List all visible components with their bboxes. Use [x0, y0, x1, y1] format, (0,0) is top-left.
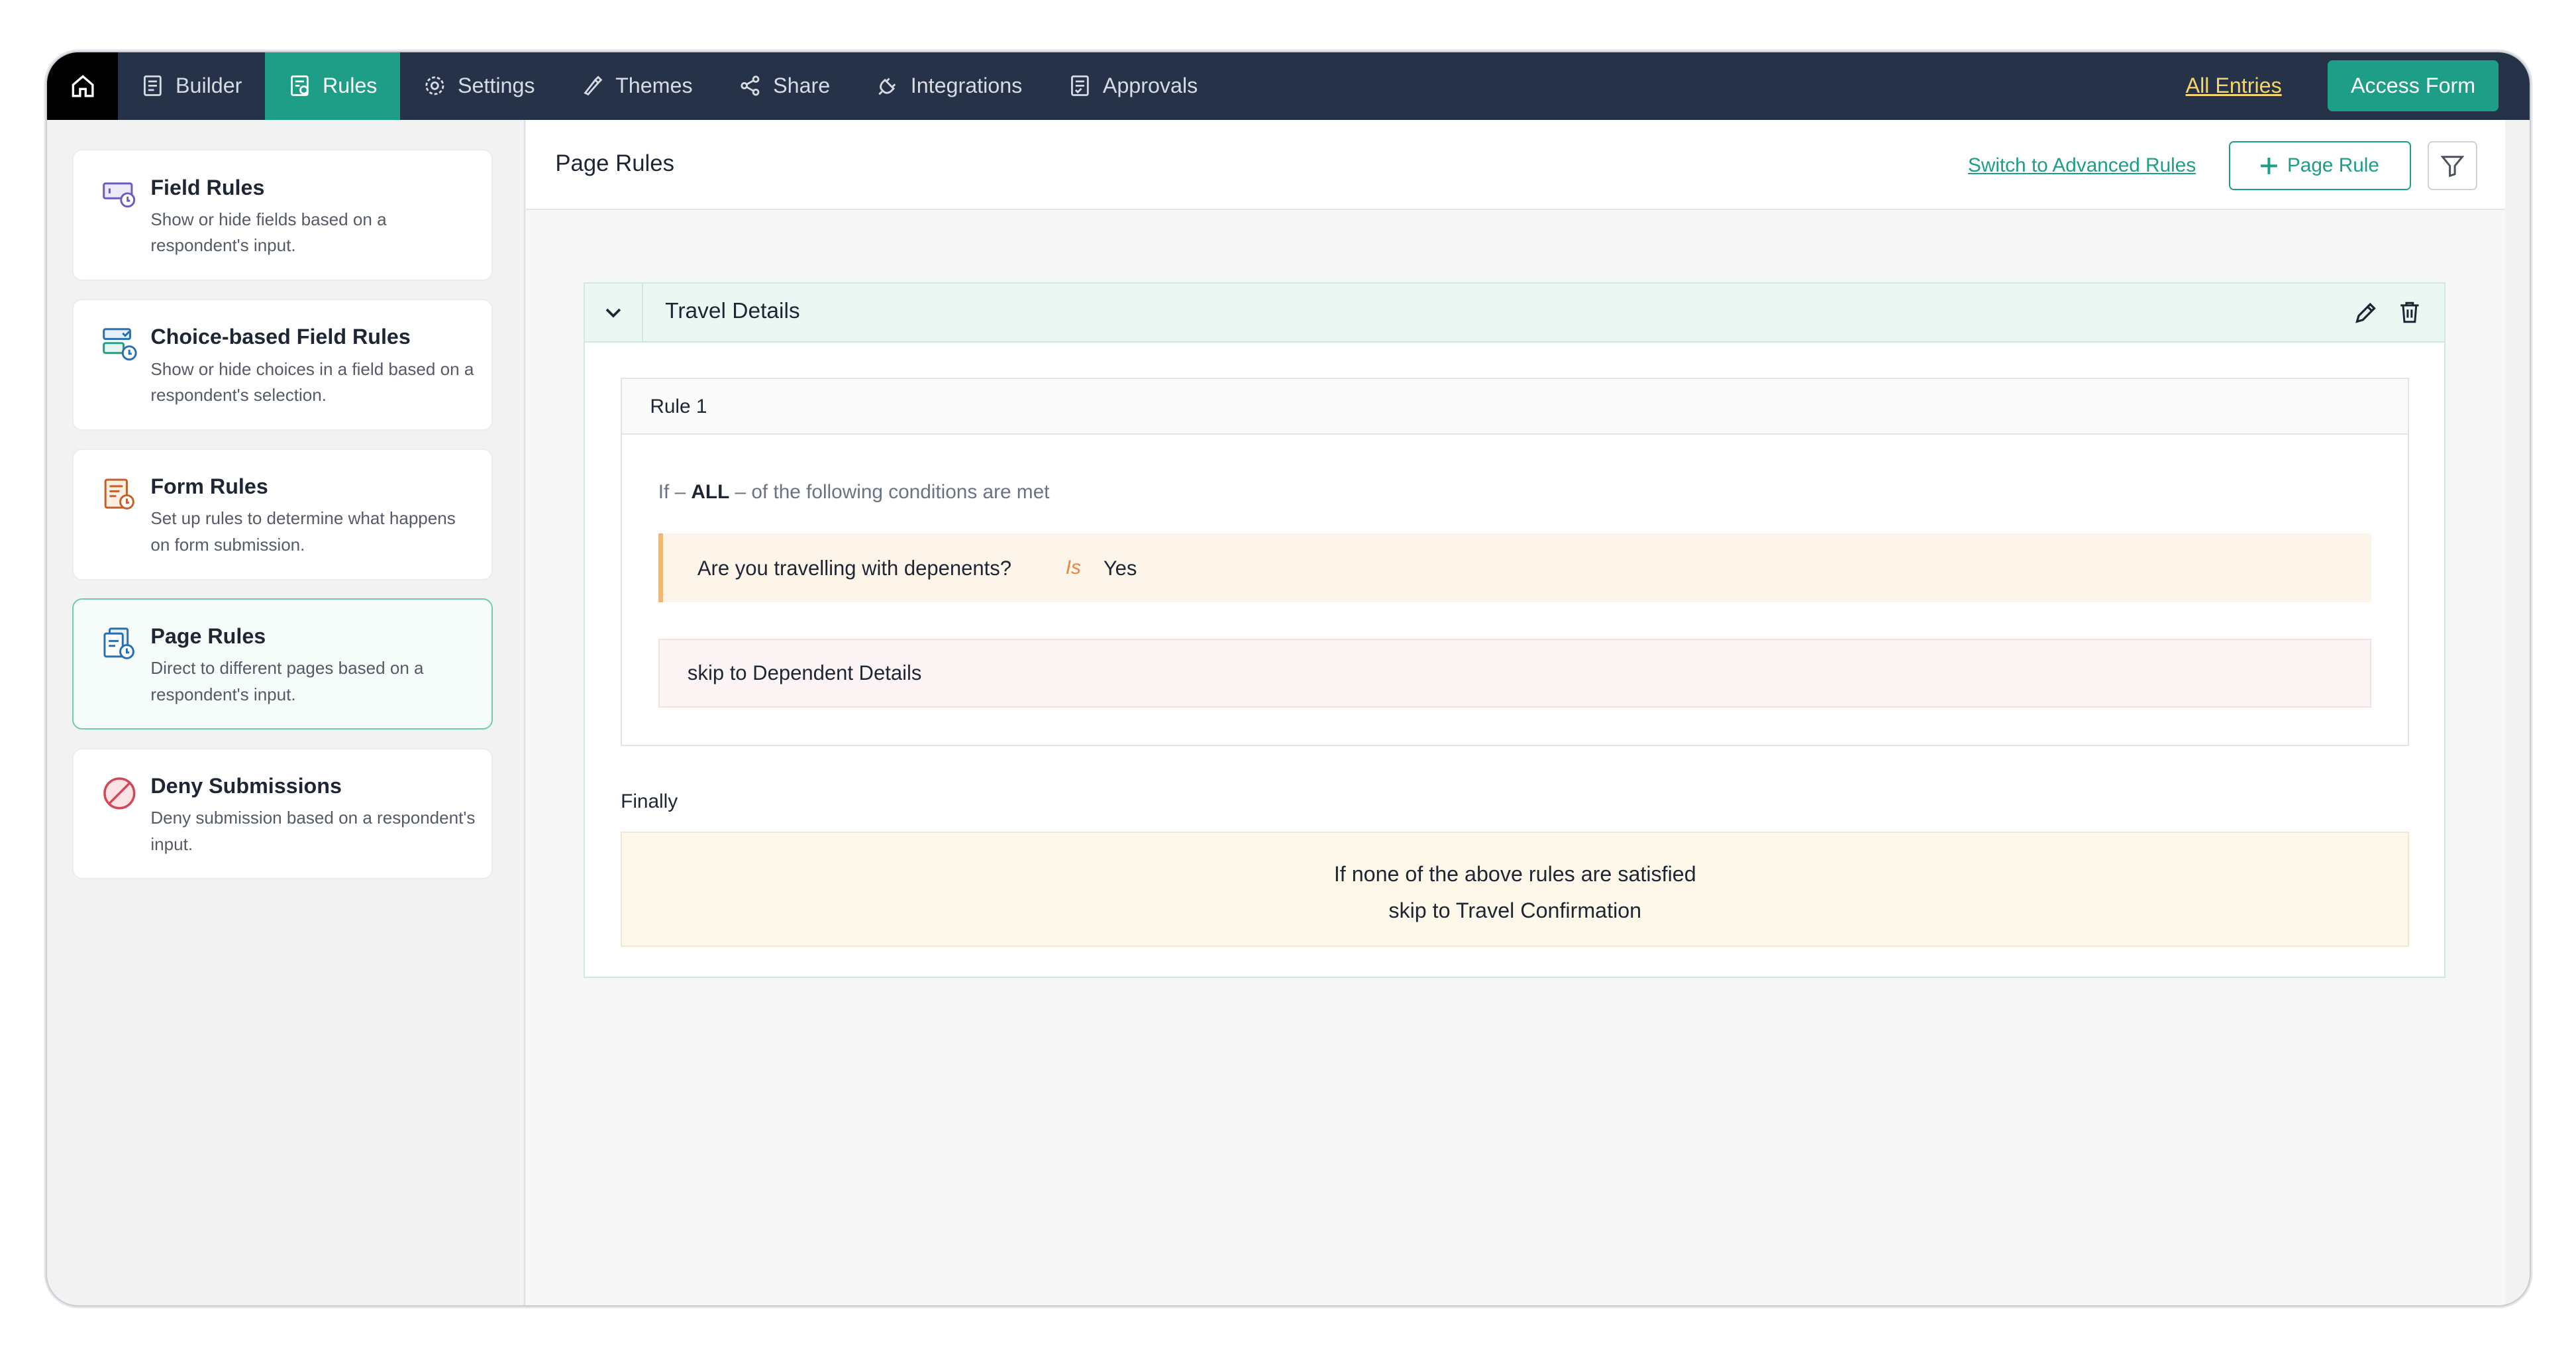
rule-group-name: Travel Details: [665, 298, 800, 323]
trash-icon[interactable]: [2396, 299, 2423, 325]
switch-to-advanced-rules-link[interactable]: Switch to Advanced Rules: [1968, 154, 2196, 177]
card-title: Form Rules: [150, 474, 268, 499]
access-form-button[interactable]: Access Form: [2328, 60, 2499, 112]
card-title: Choice-based Field Rules: [150, 325, 411, 349]
all-entries-link[interactable]: All Entries: [2186, 74, 2282, 98]
condition-summary: If – ALL – of the following conditions a…: [658, 481, 1050, 504]
home-button[interactable]: [47, 52, 119, 120]
main-content: Page Rules Switch to Advanced Rules Page…: [525, 119, 2505, 1306]
condition-suffix: of the following conditions are met: [751, 480, 1050, 503]
home-icon: [72, 74, 94, 97]
finally-label: Finally: [621, 790, 678, 812]
tab-label: Settings: [457, 74, 535, 98]
card-title: Deny Submissions: [150, 773, 342, 798]
add-page-rule-button[interactable]: Page Rule: [2228, 140, 2412, 191]
brush-icon: [584, 76, 603, 96]
form-rules-icon: [104, 478, 134, 510]
deny-icon: [103, 777, 136, 810]
rule-label: Rule 1: [650, 395, 707, 417]
top-nav: Builder Rules Settings Themes Share Inte…: [47, 52, 2530, 120]
builder-icon: [143, 76, 162, 97]
condition-operator: Is: [1065, 556, 1081, 578]
rule-group-header: Travel Details: [584, 284, 2445, 343]
tab-rules[interactable]: Rules: [265, 52, 401, 120]
finally-condition: If none of the above rules are satisfied: [1333, 862, 1696, 887]
sidebar-item-page-rules[interactable]: Page Rules Direct to different pages bas…: [72, 598, 493, 730]
page-rules-icon: [103, 627, 134, 659]
card-description: Direct to different pages based on a res…: [150, 658, 424, 704]
tab-share[interactable]: Share: [715, 52, 853, 120]
tab-label: Approvals: [1102, 74, 1198, 98]
card-description: Set up rules to determine what happens o…: [150, 508, 456, 555]
share-icon: [741, 76, 760, 96]
rule-group-panel: Travel Details Rule 1 If – ALL – of the …: [583, 282, 2446, 979]
tab-themes[interactable]: Themes: [558, 52, 715, 120]
collapse-toggle[interactable]: [585, 284, 644, 342]
card-title: Field Rules: [150, 175, 265, 199]
filter-icon: [2441, 156, 2464, 178]
tab-settings[interactable]: Settings: [400, 52, 558, 120]
field-rules-icon: [103, 182, 136, 208]
pencil-icon[interactable]: [2352, 300, 2379, 327]
page-header: Page Rules Switch to Advanced Rules Page…: [525, 119, 2505, 210]
sidebar-item-deny-submissions[interactable]: Deny Submissions Deny submission based o…: [72, 747, 493, 880]
tab-label: Share: [773, 74, 831, 98]
rules-sidebar: Field Rules Show or hide fields based on…: [47, 119, 526, 1306]
match-type[interactable]: ALL: [691, 481, 729, 503]
finally-action: skip to Travel Confirmation: [1388, 898, 1642, 923]
tab-label: Themes: [615, 74, 693, 98]
condition-row[interactable]: Are you travelling with depenents? Is Ye…: [658, 533, 2371, 603]
dash: –: [674, 480, 692, 503]
filter-button[interactable]: [2428, 140, 2477, 191]
plug-icon: [878, 78, 896, 95]
chevron-down-icon: [605, 308, 621, 318]
card-description: Show or hide fields based on a responden…: [150, 209, 387, 256]
tab-label: Rules: [322, 74, 378, 98]
approvals-icon: [1070, 76, 1089, 97]
card-description: Show or hide choices in a field based on…: [150, 358, 474, 406]
action-row[interactable]: skip to Dependent Details: [658, 638, 2371, 708]
tab-approvals[interactable]: Approvals: [1045, 52, 1221, 120]
rule-card: Rule 1 If – ALL – of the following condi…: [621, 377, 2410, 746]
plus-icon: [2261, 157, 2278, 174]
dash: –: [735, 480, 752, 503]
tab-builder[interactable]: Builder: [118, 52, 265, 120]
add-page-rule-label: Page Rule: [2287, 154, 2379, 177]
card-description: Deny submission based on a respondent's …: [150, 808, 476, 854]
if-keyword: If: [658, 480, 670, 503]
sidebar-item-form-rules[interactable]: Form Rules Set up rules to determine wha…: [72, 449, 493, 580]
sidebar-item-field-rules[interactable]: Field Rules Show or hide fields based on…: [72, 149, 493, 281]
condition-value: Yes: [1103, 556, 1137, 580]
rule-card-header: Rule 1: [622, 378, 2408, 435]
condition-field: Are you travelling with depenents?: [697, 556, 1011, 580]
finally-rule[interactable]: If none of the above rules are satisfied…: [621, 831, 2410, 947]
page-title: Page Rules: [555, 150, 674, 176]
gear-icon: [425, 76, 444, 95]
choice-rules-icon: [103, 328, 137, 361]
app-window: Builder Rules Settings Themes Share Inte…: [46, 50, 2531, 1307]
tab-label: Integrations: [910, 74, 1023, 98]
tab-label: Builder: [176, 74, 242, 98]
card-title: Page Rules: [150, 624, 266, 649]
sidebar-item-choice-rules[interactable]: Choice-based Field Rules Show or hide ch…: [72, 299, 493, 431]
rules-icon: [290, 76, 309, 97]
action-text: skip to Dependent Details: [687, 661, 922, 685]
tab-integrations[interactable]: Integrations: [853, 52, 1045, 120]
